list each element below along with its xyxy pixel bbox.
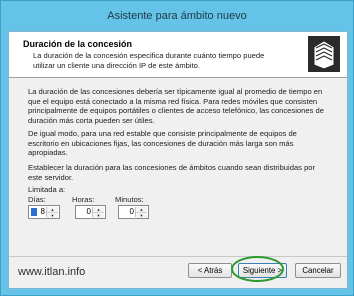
minutes-label: Minutos:: [115, 195, 144, 204]
text-caret: [31, 208, 37, 216]
page-subtitle: La duración de la concesión especifica d…: [33, 51, 265, 70]
wizard-folder-icon: [308, 36, 340, 72]
minutes-spin-buttons[interactable]: ▲ ▼: [135, 207, 147, 218]
spin-down-icon[interactable]: ▼: [93, 213, 104, 218]
minutes-value[interactable]: 0: [130, 207, 134, 216]
days-spinner[interactable]: 8 ▲ ▼: [28, 205, 60, 219]
window-frame: Asistente para ámbito nuevo Duración de …: [0, 0, 354, 296]
next-button-highlight: [231, 256, 284, 282]
window-title: Asistente para ámbito nuevo: [107, 10, 247, 22]
days-label: Días:: [28, 195, 46, 204]
spin-down-icon[interactable]: ▼: [136, 213, 147, 218]
hours-label: Horas:: [72, 195, 95, 204]
cancel-button[interactable]: Cancelar: [295, 263, 341, 278]
site-watermark: www.itlan.info: [18, 266, 86, 278]
paragraph-set-duration: Establecer la duración para las concesio…: [28, 163, 316, 182]
back-button[interactable]: < Atrás: [188, 263, 232, 278]
page-title: Duración de la concesión: [23, 39, 133, 49]
hours-value[interactable]: 0: [87, 207, 91, 216]
days-value[interactable]: 8: [41, 207, 45, 216]
hours-spinner[interactable]: 0 ▲ ▼: [75, 205, 106, 219]
footer-divider: [9, 256, 347, 257]
wizard-dialog: Duración de la concesión La duración de …: [8, 31, 348, 289]
spin-down-icon[interactable]: ▼: [47, 213, 58, 218]
paragraph-lease-duration: La duración de las concesiones debería s…: [28, 87, 324, 125]
days-spin-buttons[interactable]: ▲ ▼: [46, 207, 58, 218]
hours-spin-buttons[interactable]: ▲ ▼: [92, 207, 104, 218]
paragraph-stable-network: De igual modo, para una red estable que …: [28, 129, 297, 157]
wizard-header: Duración de la concesión La duración de …: [9, 32, 347, 78]
limit-label: Limitada a:: [28, 185, 66, 194]
minutes-spinner[interactable]: 0 ▲ ▼: [118, 205, 149, 219]
